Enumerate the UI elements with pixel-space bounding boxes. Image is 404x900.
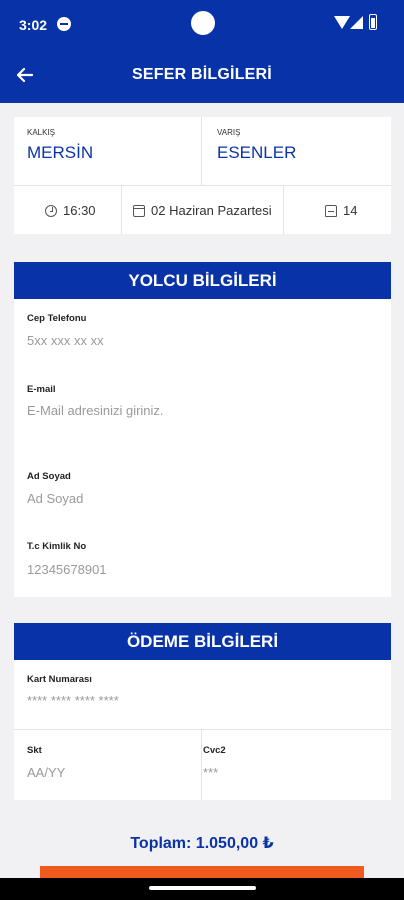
trip-date-value: 02 Haziran Pazartesi bbox=[151, 203, 272, 218]
arrival-city: ESENLER bbox=[217, 143, 297, 162]
camera-cutout bbox=[191, 11, 215, 35]
departure-label: KALKIŞ bbox=[27, 128, 56, 137]
signal-icon bbox=[350, 16, 363, 29]
sim-icon bbox=[57, 17, 71, 31]
expiry-label: Skt bbox=[27, 745, 42, 756]
cvc-label: Cvc2 bbox=[203, 745, 226, 756]
passenger-section-header: YOLCU BİLGİLERİ bbox=[14, 262, 391, 299]
email-input[interactable] bbox=[27, 403, 367, 418]
trip-seat-value: 14 bbox=[343, 203, 358, 218]
home-handle[interactable] bbox=[149, 886, 256, 890]
status-bar: 3:02 bbox=[0, 0, 404, 50]
phone-label: Cep Telefonu bbox=[27, 313, 87, 324]
page-title: SEFER BİLGİLERİ bbox=[132, 66, 272, 83]
clock-icon bbox=[45, 204, 57, 217]
divider bbox=[201, 117, 202, 185]
battery-icon bbox=[369, 14, 377, 30]
departure-block: KALKIŞ MERSİN bbox=[27, 128, 93, 163]
name-label: Ad Soyad bbox=[27, 471, 71, 482]
divider bbox=[201, 730, 202, 800]
card-number-label: Kart Numarası bbox=[27, 674, 92, 685]
departure-city: MERSİN bbox=[27, 143, 94, 162]
tc-label: T.c Kimlik No bbox=[27, 541, 87, 552]
email-label: E-mail bbox=[27, 384, 56, 395]
status-time: 3:02 bbox=[19, 17, 48, 33]
divider bbox=[121, 186, 122, 234]
trip-time: 16:30 bbox=[45, 203, 96, 218]
divider bbox=[283, 186, 284, 234]
app-header: 3:02 SEFER BİLGİLERİ bbox=[0, 0, 404, 103]
divider bbox=[14, 185, 391, 186]
arrival-block: VARIŞ ESENLER bbox=[217, 128, 296, 163]
total-amount: Toplam: 1.050,00 ₺ bbox=[130, 835, 274, 852]
payment-section-header: ÖDEME BİLGİLERİ bbox=[14, 623, 391, 660]
trip-time-value: 16:30 bbox=[63, 203, 96, 218]
phone-input[interactable] bbox=[27, 333, 367, 348]
cvc-input[interactable] bbox=[203, 765, 363, 780]
system-nav-bar bbox=[0, 878, 404, 900]
trip-date: 02 Haziran Pazartesi bbox=[133, 203, 272, 218]
arrival-label: VARIŞ bbox=[217, 128, 241, 137]
trip-seat: 14 bbox=[325, 203, 357, 218]
expiry-input[interactable] bbox=[27, 765, 187, 780]
divider bbox=[14, 729, 391, 730]
card-number-input[interactable] bbox=[27, 693, 367, 708]
wifi-icon bbox=[334, 16, 350, 29]
seat-icon bbox=[325, 204, 337, 217]
name-input[interactable] bbox=[27, 491, 367, 506]
calendar-icon bbox=[133, 204, 145, 217]
tc-input[interactable] bbox=[27, 562, 367, 577]
